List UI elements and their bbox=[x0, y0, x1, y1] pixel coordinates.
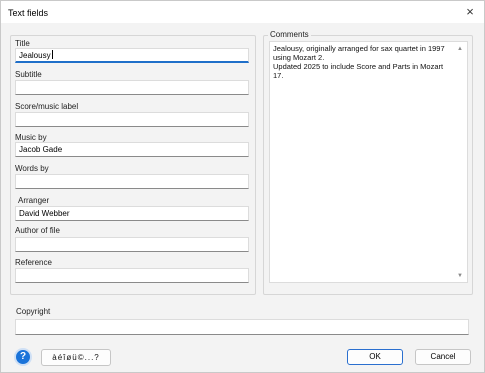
title-field[interactable]: Jealousy bbox=[15, 48, 249, 63]
title-label: Title bbox=[15, 39, 30, 48]
cancel-button[interactable]: Cancel bbox=[415, 349, 471, 365]
subtitle-label: Subtitle bbox=[15, 70, 42, 79]
comments-value: Jealousy, originally arranged for sax qu… bbox=[273, 44, 445, 80]
copyright-label: Copyright bbox=[16, 307, 51, 316]
text-caret bbox=[51, 50, 53, 59]
scroll-up-arrow-icon[interactable]: ▲ bbox=[457, 46, 463, 52]
words-by-field[interactable] bbox=[15, 174, 249, 189]
dialog-title: Text fields bbox=[8, 8, 49, 18]
author-of-file-label: Author of file bbox=[15, 226, 60, 235]
text-fields-dialog: Text fields × Comments Title Jealousy Su… bbox=[0, 0, 485, 373]
reference-field[interactable] bbox=[15, 268, 249, 283]
score-music-label-label: Score/music label bbox=[15, 102, 79, 111]
scroll-down-arrow-icon[interactable]: ▼ bbox=[457, 273, 463, 279]
close-icon[interactable]: × bbox=[462, 4, 478, 20]
subtitle-field[interactable] bbox=[15, 80, 249, 95]
special-characters-button[interactable]: àéîøü©...? bbox=[41, 349, 111, 366]
comments-label: Comments bbox=[268, 30, 311, 39]
copyright-field[interactable] bbox=[15, 319, 469, 335]
score-music-label-field[interactable] bbox=[15, 112, 249, 127]
author-of-file-field[interactable] bbox=[15, 237, 249, 252]
words-by-label: Words by bbox=[15, 164, 49, 173]
music-by-field[interactable]: Jacob Gade bbox=[15, 142, 249, 157]
music-by-label: Music by bbox=[15, 133, 47, 142]
title-value: Jealousy bbox=[19, 51, 51, 60]
help-icon[interactable]: ? bbox=[14, 348, 32, 366]
reference-label: Reference bbox=[15, 258, 52, 267]
title-bar: Text fields × bbox=[1, 1, 484, 23]
comments-textarea[interactable]: Jealousy, originally arranged for sax qu… bbox=[269, 41, 468, 283]
arranger-field[interactable]: David Webber bbox=[15, 206, 249, 221]
arranger-label: Arranger bbox=[18, 196, 50, 205]
ok-button[interactable]: OK bbox=[347, 349, 403, 365]
